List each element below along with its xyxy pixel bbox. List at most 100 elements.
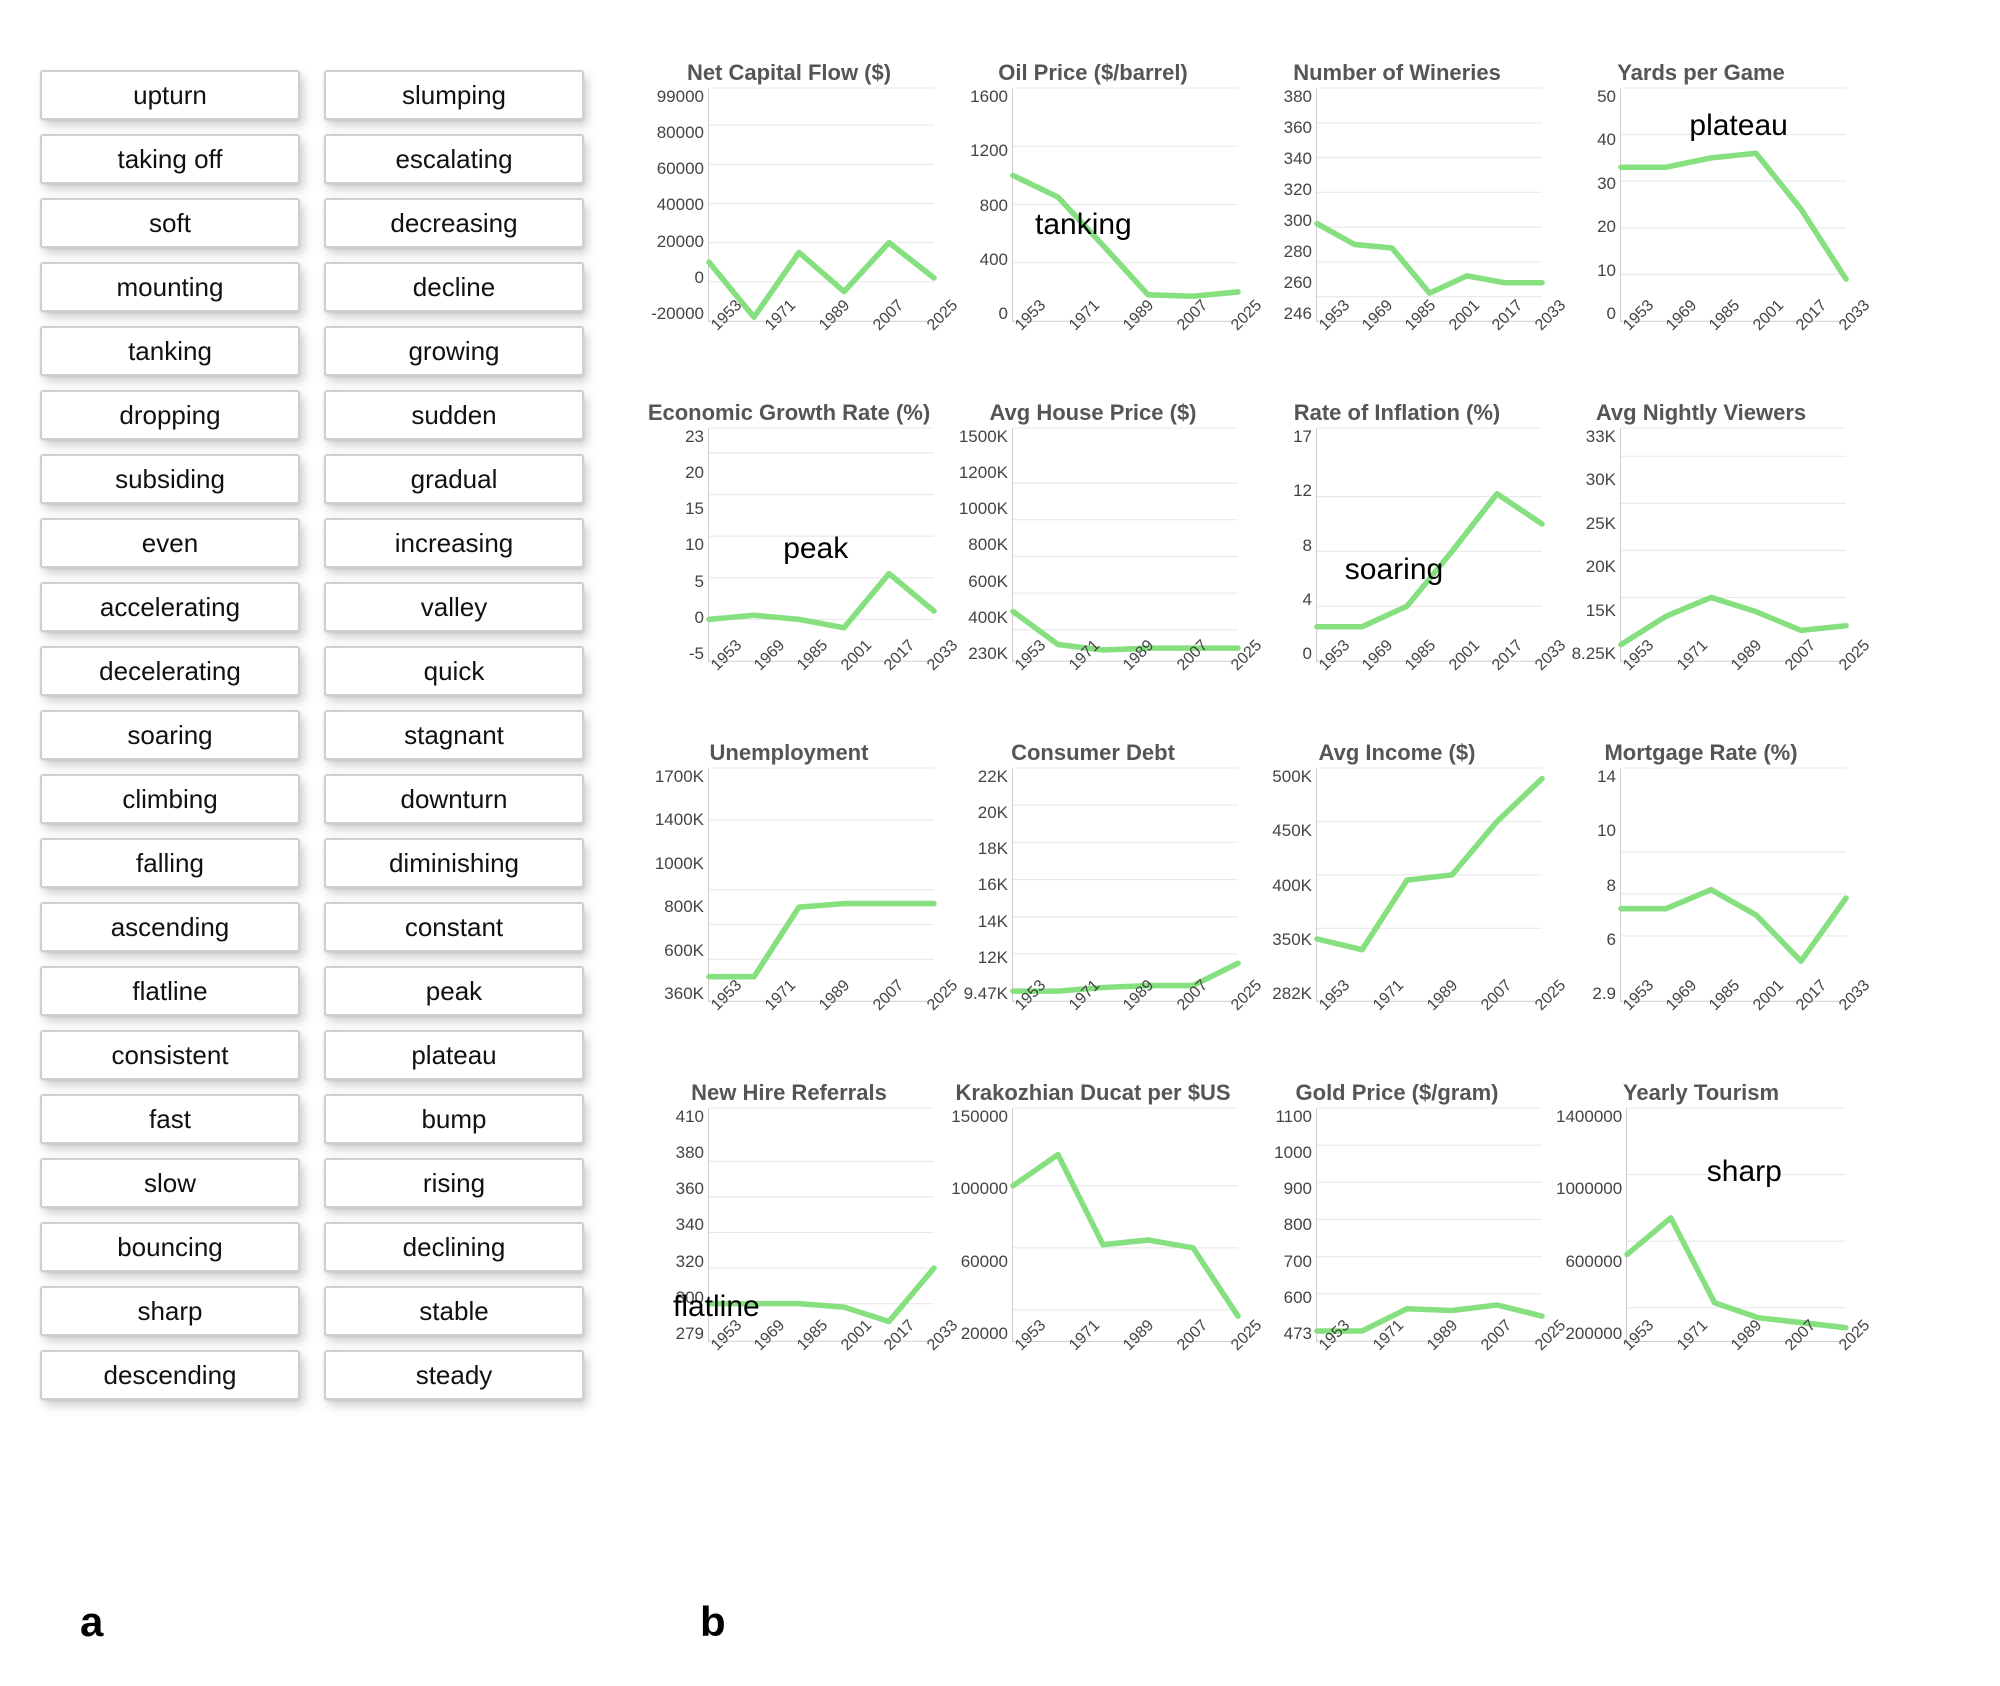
- word-card[interactable]: climbing: [40, 774, 300, 824]
- word-card[interactable]: taking off: [40, 134, 300, 184]
- word-card[interactable]: downturn: [324, 774, 584, 824]
- x-axis-ticks: 19531971198920072025: [1316, 1002, 1542, 1032]
- chart-title: Yards per Game: [1617, 60, 1785, 88]
- plot-wrap: 2320151050-5195319691985200120172033peak: [644, 428, 934, 688]
- x-axis-ticks: 19531971198920072025: [1012, 1342, 1238, 1372]
- figure-container: upturn taking off soft mounting tanking dropp…: [40, 40, 1960, 1400]
- word-card[interactable]: mounting: [40, 262, 300, 312]
- word-card[interactable]: rising: [324, 1158, 584, 1208]
- word-card[interactable]: even: [40, 518, 300, 568]
- plot-wrap: 500K450K400K350K282K19531971198920072025: [1252, 768, 1542, 1028]
- chart-title: Rate of Inflation (%): [1294, 400, 1501, 428]
- x-axis-ticks: 19531971198920072025: [708, 1002, 934, 1032]
- chart-title: Unemployment: [710, 740, 869, 768]
- plot-wrap: 1500K1200K1000K800K600K400K230K195319711…: [948, 428, 1238, 688]
- plot-wrap: 50403020100195319691985200120172033plate…: [1556, 88, 1846, 348]
- x-axis-ticks: 19531971198920072025: [1012, 1002, 1238, 1032]
- x-axis-ticks: 195319691985200120172033: [708, 662, 934, 692]
- word-card[interactable]: subsiding: [40, 454, 300, 504]
- x-axis-ticks: 19531971198920072025: [708, 322, 934, 352]
- word-card[interactable]: dropping: [40, 390, 300, 440]
- x-axis-ticks: 195319691985200120172033: [1316, 322, 1542, 352]
- y-axis-ticks: 11001000900800700600473: [1252, 1108, 1316, 1368]
- word-card[interactable]: steady: [324, 1350, 584, 1400]
- y-axis-ticks: 1500K1200K1000K800K600K400K230K: [948, 428, 1012, 688]
- chart-title: Gold Price ($/gram): [1296, 1080, 1499, 1108]
- y-axis-ticks: 14000001000000600000200000: [1556, 1108, 1626, 1368]
- x-axis-ticks: 19531971198920072025: [1012, 322, 1238, 352]
- word-card[interactable]: decelerating: [40, 646, 300, 696]
- panel-label-b: b: [700, 1598, 726, 1646]
- word-card[interactable]: decline: [324, 262, 584, 312]
- y-axis-ticks: 410380360340320300279: [644, 1108, 708, 1368]
- x-axis-ticks: 195319691985200120172033: [1316, 662, 1542, 692]
- word-card[interactable]: bump: [324, 1094, 584, 1144]
- plot-area: [708, 768, 934, 1002]
- word-card[interactable]: flatline: [40, 966, 300, 1016]
- word-card[interactable]: sharp: [40, 1286, 300, 1336]
- plot-area: [1012, 768, 1238, 1002]
- word-card[interactable]: declining: [324, 1222, 584, 1272]
- word-card[interactable]: falling: [40, 838, 300, 888]
- word-card[interactable]: peak: [324, 966, 584, 1016]
- chart-cell: New Hire Referrals4103803603403203002791…: [644, 1080, 934, 1390]
- plot-wrap: 1500001000006000020000195319711989200720…: [948, 1108, 1238, 1368]
- chart-cell: Net Capital Flow ($)99000800006000040000…: [644, 60, 934, 370]
- plot-wrap: 1410862.9195319691985200120172033: [1556, 768, 1846, 1028]
- chart-cell: Yearly Tourism14000001000000600000200000…: [1556, 1080, 1846, 1390]
- plot-area: [1012, 88, 1238, 322]
- word-card[interactable]: constant: [324, 902, 584, 952]
- chart-cell: Unemployment1700K1400K1000K800K600K360K1…: [644, 740, 934, 1050]
- word-card[interactable]: plateau: [324, 1030, 584, 1080]
- y-axis-ticks: 1500001000006000020000: [948, 1108, 1012, 1368]
- word-card[interactable]: gradual: [324, 454, 584, 504]
- plot-area: [1012, 428, 1238, 662]
- chart-cell: Yards per Game50403020100195319691985200…: [1556, 60, 1846, 370]
- chart-annotation: flatline: [673, 1290, 760, 1324]
- plot-area: [1316, 428, 1542, 662]
- chart-cell: Oil Price ($/barrel)16001200800400019531…: [948, 60, 1238, 370]
- chart-cell: Avg House Price ($)1500K1200K1000K800K60…: [948, 400, 1238, 710]
- chart-annotation: tanking: [1035, 208, 1132, 242]
- word-card[interactable]: slow: [40, 1158, 300, 1208]
- word-column-2: slumping escalating decreasing decline growi…: [324, 70, 584, 1400]
- y-axis-ticks: 2320151050-5: [644, 428, 708, 688]
- y-axis-ticks: 160012008004000: [948, 88, 1012, 348]
- y-axis-ticks: 1712840: [1252, 428, 1316, 688]
- word-card[interactable]: consistent: [40, 1030, 300, 1080]
- chart-title: Consumer Debt: [1011, 740, 1175, 768]
- word-card[interactable]: stable: [324, 1286, 584, 1336]
- chart-title: Yearly Tourism: [1623, 1080, 1779, 1108]
- word-card[interactable]: slumping: [324, 70, 584, 120]
- word-card[interactable]: descending: [40, 1350, 300, 1400]
- word-card[interactable]: decreasing: [324, 198, 584, 248]
- word-card[interactable]: diminishing: [324, 838, 584, 888]
- y-axis-ticks: 1410862.9: [1556, 768, 1620, 1028]
- word-card[interactable]: fast: [40, 1094, 300, 1144]
- plot-wrap: 1712840195319691985200120172033soaring: [1252, 428, 1542, 688]
- word-card[interactable]: bouncing: [40, 1222, 300, 1272]
- word-card[interactable]: ascending: [40, 902, 300, 952]
- word-card[interactable]: stagnant: [324, 710, 584, 760]
- chart-annotation: soaring: [1345, 553, 1443, 587]
- plot-area: [1620, 428, 1846, 662]
- chart-cell: Consumer Debt22K20K18K16K14K12K9.47K1953…: [948, 740, 1238, 1050]
- word-card[interactable]: valley: [324, 582, 584, 632]
- word-card[interactable]: soaring: [40, 710, 300, 760]
- y-axis-ticks: 33K30K25K20K15K8.25K: [1556, 428, 1620, 688]
- chart-title: Avg Nightly Viewers: [1596, 400, 1806, 428]
- word-card[interactable]: increasing: [324, 518, 584, 568]
- word-card[interactable]: upturn: [40, 70, 300, 120]
- plot-area: [708, 88, 934, 322]
- word-card[interactable]: tanking: [40, 326, 300, 376]
- y-axis-ticks: 380360340320300280260246: [1252, 88, 1316, 348]
- word-card[interactable]: growing: [324, 326, 584, 376]
- plot-wrap: 22K20K18K16K14K12K9.47K19531971198920072…: [948, 768, 1238, 1028]
- word-card[interactable]: soft: [40, 198, 300, 248]
- word-card[interactable]: sudden: [324, 390, 584, 440]
- word-card[interactable]: quick: [324, 646, 584, 696]
- word-card[interactable]: escalating: [324, 134, 584, 184]
- x-axis-ticks: 19531971198920072025: [1316, 1342, 1542, 1372]
- word-card[interactable]: accelerating: [40, 582, 300, 632]
- x-axis-ticks: 19531971198920072025: [1012, 662, 1238, 692]
